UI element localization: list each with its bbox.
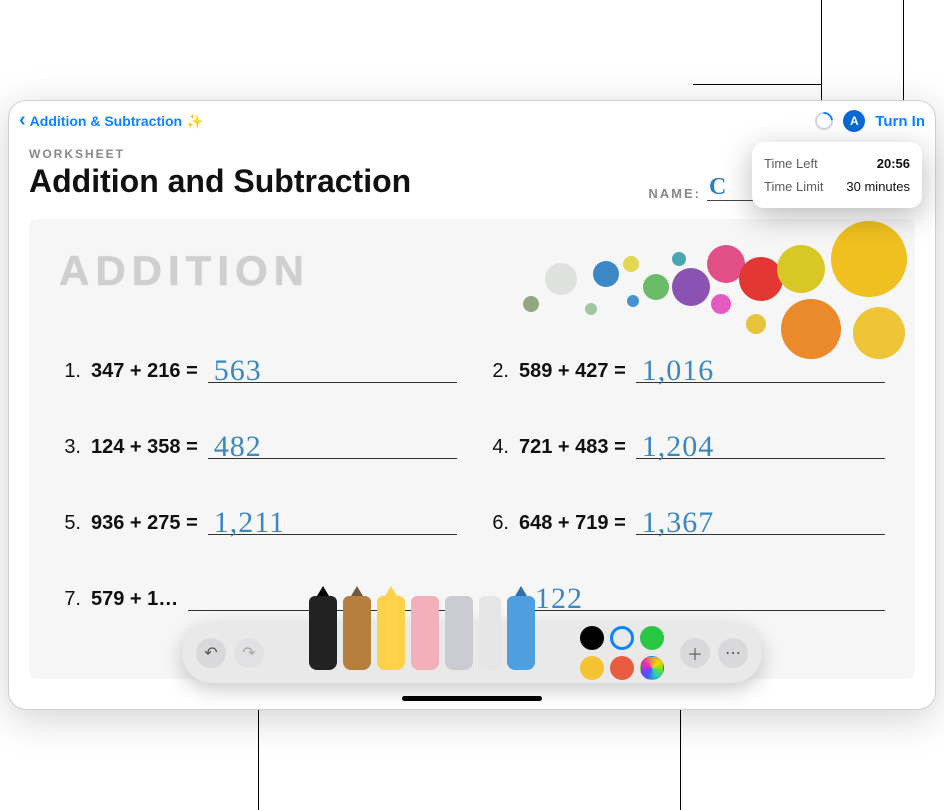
- answer-handwriting: 1,211: [214, 508, 285, 538]
- problem-number: 5.: [59, 512, 81, 535]
- color-picker: [580, 626, 664, 680]
- pen-tool[interactable]: [309, 596, 337, 670]
- callout-leader: [903, 0, 904, 100]
- problem-equation: 124 + 358 =: [91, 436, 198, 459]
- navigation-bar: ‹ Addition & Subtraction ✨ A Turn In: [9, 101, 935, 141]
- problem-row: 122: [487, 581, 885, 611]
- answer-line[interactable]: 1,016: [636, 353, 885, 383]
- problem-equation: 648 + 719 =: [519, 512, 626, 535]
- name-value: C: [709, 174, 728, 200]
- problem-row: 1. 347 + 216 = 563: [59, 353, 457, 383]
- callout-leader: [693, 84, 821, 85]
- answer-handwriting: 1,016: [642, 356, 715, 386]
- problem-equation: 579 + 1…: [91, 588, 178, 611]
- callout-leader: [258, 710, 259, 810]
- tool-picker: [309, 600, 535, 670]
- eraser-tool[interactable]: [411, 596, 439, 670]
- color-wheel-button[interactable]: [640, 656, 664, 680]
- color-swatch-green[interactable]: [640, 626, 664, 650]
- color-swatch-yellow[interactable]: [580, 656, 604, 680]
- color-swatch-blue-selected[interactable]: [610, 626, 634, 650]
- answer-handwriting: 1,367: [642, 508, 715, 538]
- answer-line[interactable]: 1,204: [636, 429, 885, 459]
- problem-equation: 936 + 275 =: [91, 512, 198, 535]
- answer-handwriting: 482: [214, 432, 262, 462]
- more-button[interactable]: ⋯: [718, 638, 748, 668]
- answer-line[interactable]: 563: [208, 353, 457, 383]
- markup-mode-icon[interactable]: A: [843, 110, 865, 132]
- highlighter-tool[interactable]: [377, 596, 405, 670]
- crayon-tool[interactable]: [507, 596, 535, 670]
- time-left-label: Time Left: [764, 156, 818, 171]
- chevron-left-icon: ‹: [19, 110, 26, 130]
- problem-row: 6. 648 + 719 = 1,367: [487, 505, 885, 535]
- callout-leader: [680, 710, 681, 810]
- name-label: NAME:: [648, 186, 701, 201]
- problem-number: 6.: [487, 512, 509, 535]
- answer-line[interactable]: 1,367: [636, 505, 885, 535]
- problem-row: 3. 124 + 358 = 482: [59, 429, 457, 459]
- home-indicator: [402, 696, 542, 701]
- lasso-tool[interactable]: [445, 596, 473, 670]
- back-label: Addition & Subtraction ✨: [30, 113, 204, 130]
- eyebrow-label: WORKSHEET: [29, 147, 411, 161]
- time-limit-value: 30 minutes: [846, 179, 910, 194]
- color-swatch-red[interactable]: [610, 656, 634, 680]
- add-button[interactable]: ＋: [680, 638, 710, 668]
- problem-row: 4. 721 + 483 = 1,204: [487, 429, 885, 459]
- problem-equation: 347 + 216 =: [91, 360, 198, 383]
- page-title: Addition and Subtraction: [29, 163, 411, 200]
- answer-handwriting: 1,204: [642, 432, 715, 462]
- callout-leader: [821, 0, 822, 100]
- marker-tool[interactable]: [343, 596, 371, 670]
- markup-toolbar: ↶ ↷ ＋ ⋯: [182, 623, 762, 683]
- undo-button[interactable]: ↶: [196, 638, 226, 668]
- problem-number: 1.: [59, 360, 81, 383]
- time-limit-label: Time Limit: [764, 179, 823, 194]
- time-limit-popover: Time Left 20:56 Time Limit 30 minutes: [752, 142, 922, 208]
- turn-in-button[interactable]: Turn In: [875, 113, 925, 130]
- answer-handwriting: 122: [535, 584, 583, 614]
- redo-button[interactable]: ↷: [234, 638, 264, 668]
- problem-number: 3.: [59, 436, 81, 459]
- answer-line[interactable]: 122: [529, 581, 885, 611]
- answer-line[interactable]: 1,211: [208, 505, 457, 535]
- timer-progress-icon[interactable]: [812, 108, 837, 133]
- color-swatch-black[interactable]: [580, 626, 604, 650]
- problem-grid: 1. 347 + 216 = 563 2. 589 + 427 = 1,016 …: [59, 353, 885, 611]
- back-button[interactable]: ‹ Addition & Subtraction ✨: [19, 111, 203, 131]
- answer-line[interactable]: 482: [208, 429, 457, 459]
- time-left-value: 20:56: [877, 156, 910, 171]
- ruler-tool[interactable]: [479, 596, 501, 670]
- problem-row: 5. 936 + 275 = 1,211: [59, 505, 457, 535]
- problem-equation: 721 + 483 =: [519, 436, 626, 459]
- answer-handwriting: 563: [214, 356, 262, 386]
- problem-number: 7.: [59, 588, 81, 611]
- decorative-dots: [501, 209, 921, 369]
- problem-number: 4.: [487, 436, 509, 459]
